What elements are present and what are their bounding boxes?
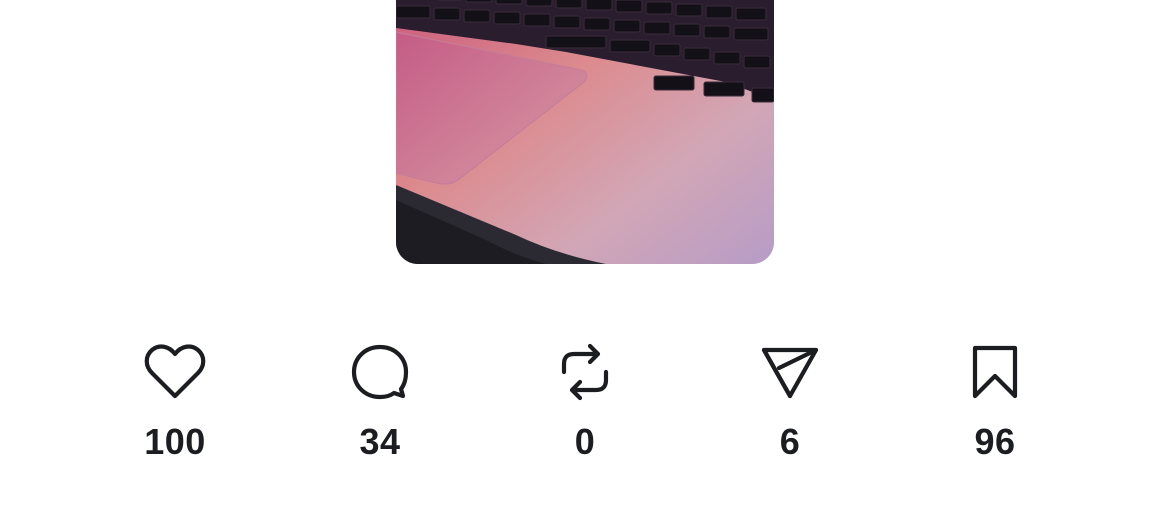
share-button[interactable]: 6: [720, 340, 860, 462]
post-action-bar: 100 34 0 6 96: [0, 340, 1170, 480]
comment-button[interactable]: 34: [310, 340, 450, 462]
repost-button[interactable]: 0: [515, 340, 655, 462]
share-count: 6: [779, 421, 801, 462]
bookmark-icon[interactable]: [963, 340, 1027, 404]
like-count: 100: [144, 421, 206, 462]
comment-count: 34: [359, 421, 401, 462]
send-icon[interactable]: [758, 340, 822, 404]
repost-count: 0: [574, 421, 596, 462]
bookmark-button[interactable]: 96: [925, 340, 1065, 462]
heart-icon[interactable]: [143, 340, 207, 404]
like-button[interactable]: 100: [105, 340, 245, 462]
repost-icon[interactable]: [553, 340, 617, 404]
bookmark-count: 96: [974, 421, 1016, 462]
comment-icon[interactable]: [348, 340, 412, 404]
post-image[interactable]: [396, 0, 774, 264]
post-container: 100 34 0 6 96: [0, 0, 1170, 525]
